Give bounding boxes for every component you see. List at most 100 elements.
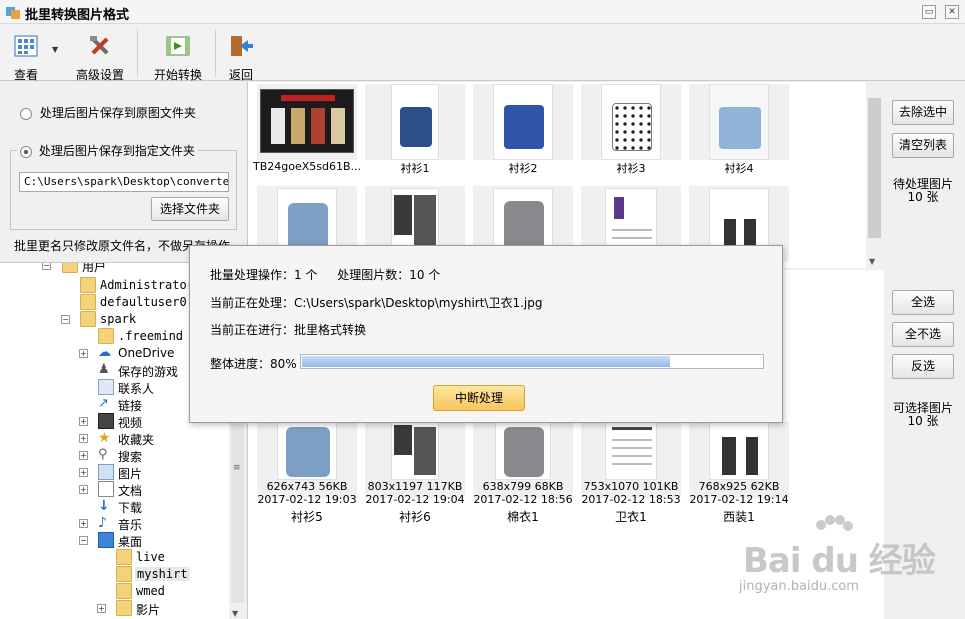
overall-progress-label: 整体进度：80%: [210, 357, 297, 371]
watermark-url: jingyan.baidu.com: [739, 579, 859, 594]
tree-item-label: defaultuser0: [100, 295, 187, 309]
star-icon: ★: [98, 430, 111, 446]
back-icon: [231, 36, 253, 56]
save-original-radio[interactable]: [20, 107, 32, 120]
progress-bar: [300, 354, 764, 369]
grid-view-icon: [14, 35, 38, 57]
view-button[interactable]: 查看: [8, 29, 44, 82]
tree-item-label: 联系人: [118, 382, 155, 396]
folder-icon: [116, 600, 132, 616]
thumbnail: [689, 84, 789, 160]
toolbar-separator: [137, 29, 138, 77]
scroll-down-icon[interactable]: ▼: [232, 609, 238, 618]
thumbnail-image: [601, 84, 661, 160]
tree-item-label: 收藏夹: [118, 433, 155, 447]
folder-icon: [98, 328, 114, 344]
specified-folder-group: 处理后图片保存到指定文件夹 C:\Users\spark\Desktop\con…: [10, 142, 237, 230]
folder-icon: [80, 311, 96, 327]
invert-selection-button[interactable]: 反选: [892, 354, 954, 379]
app-icon: [6, 7, 20, 19]
window-title: 批里转换图片格式: [25, 8, 130, 23]
desktop-icon: [98, 532, 114, 548]
folder-icon: [80, 277, 96, 293]
view-dropdown-icon[interactable]: ▼: [52, 45, 58, 54]
pending-info-count: 10 张: [907, 190, 939, 204]
save-specified-option[interactable]: 处理后图片保存到指定文件夹: [17, 142, 198, 159]
close-button[interactable]: ✕: [945, 5, 959, 19]
save-original-label: 处理后图片保存到原图文件夹: [39, 106, 196, 120]
expand-icon[interactable]: +: [79, 434, 88, 443]
item-dims: 768x925 62KB: [698, 480, 780, 493]
tree-item-label: spark: [100, 312, 137, 326]
search-icon: ⚲: [98, 447, 108, 462]
progress-dialog: 批量处理操作：1 个 处理图片数：10 个 当前正在处理：C:\Users\sp…: [189, 245, 783, 423]
item-date: 2017-02-12 18:53: [581, 493, 681, 506]
expand-icon[interactable]: +: [79, 417, 88, 426]
tree-item-label: 用户: [82, 262, 107, 274]
output-options-panel: 处理后图片保存到原图文件夹 处理后图片保存到指定文件夹 C:\Users\spa…: [0, 82, 246, 260]
collapse-icon[interactable]: −: [61, 315, 70, 324]
expand-icon[interactable]: +: [79, 349, 88, 358]
item-name: 衬衫2: [508, 162, 538, 175]
remove-selected-button[interactable]: 去除选中: [892, 100, 954, 125]
choose-folder-button[interactable]: 选择文件夹: [151, 197, 229, 221]
output-folder-field[interactable]: C:\Users\spark\Desktop\converted: [19, 172, 229, 192]
expand-icon[interactable]: +: [79, 468, 88, 477]
selectable-count-info: 可选择图片 10 张: [883, 402, 963, 428]
save-specified-radio[interactable]: [20, 145, 32, 158]
select-none-button[interactable]: 全不选: [892, 322, 954, 347]
folder-icon: [80, 294, 96, 310]
expand-icon[interactable]: +: [79, 451, 88, 460]
restore-button[interactable]: ▭: [922, 5, 936, 19]
back-button[interactable]: 返回: [225, 29, 257, 82]
expand-icon[interactable]: +: [97, 604, 106, 613]
tree-item-label: live: [136, 550, 165, 564]
pending-list-scrollbar[interactable]: ▼: [866, 82, 883, 268]
item-name: 衬衫5: [291, 510, 323, 524]
document-icon: [98, 481, 114, 497]
collapse-icon[interactable]: −: [42, 263, 51, 270]
toolbar-separator: [215, 29, 216, 77]
save-specified-label: 处理后图片保存到指定文件夹: [38, 144, 195, 158]
collapse-icon[interactable]: −: [79, 536, 88, 545]
cloud-icon: ☁: [98, 345, 111, 360]
pending-images-list[interactable]: TB24goeX5sd61B... 衬衫1 衬衫2 衬衫3 衬衫4: [247, 82, 866, 268]
start-convert-label: 开始转换: [153, 68, 202, 82]
contacts-icon: [98, 379, 114, 395]
item-dims: 753x1070 101KB: [583, 480, 679, 493]
link-icon: ↗: [98, 396, 109, 411]
item-dims: 803x1197 117KB: [367, 480, 463, 493]
start-convert-button[interactable]: 开始转换: [150, 29, 206, 82]
save-original-option[interactable]: 处理后图片保存到原图文件夹: [20, 104, 196, 121]
current-operation-label: 当前正在进行：批里格式转换: [210, 323, 367, 337]
expand-icon[interactable]: +: [79, 485, 88, 494]
dialog-ops-line: 批量处理操作：1 个 处理图片数：10 个: [210, 266, 440, 283]
thumbnail-image: [495, 422, 551, 480]
tree-item-label: 影片: [136, 603, 161, 617]
tree-item-label: 链接: [118, 399, 143, 413]
select-all-button[interactable]: 全选: [892, 290, 954, 315]
toolbar: 查看 ▼ 高级设置 开始转换 返回: [0, 25, 965, 82]
thumbnail-image: [391, 422, 439, 480]
item-name: 衬衫1: [400, 162, 430, 175]
music-icon: ♪: [98, 515, 107, 531]
expand-icon[interactable]: +: [79, 519, 88, 528]
advanced-settings-button[interactable]: 高级设置: [72, 29, 128, 82]
watermark-brand: Bai du 经验: [743, 541, 936, 581]
scroll-down-icon[interactable]: ▼: [869, 257, 875, 266]
game-icon: ♟: [98, 362, 110, 377]
item-dims: 626x743 56KB: [266, 480, 348, 493]
thumbnail: [257, 84, 357, 160]
clear-list-button[interactable]: 清空列表: [892, 133, 954, 158]
scroll-thumb[interactable]: [868, 98, 881, 238]
thumbnail-image: [277, 422, 337, 480]
folder-icon: [116, 549, 132, 565]
thumbnail: [581, 84, 681, 160]
thumbnail: [473, 84, 573, 160]
convert-icon: [166, 36, 190, 56]
tree-item-label: OneDrive: [118, 346, 175, 360]
abort-button[interactable]: 中断处理: [433, 385, 525, 411]
tree-item-label: 音乐: [118, 518, 143, 532]
tree-item-label: 保存的游戏: [118, 365, 179, 379]
item-date: 2017-02-12 19:04: [365, 493, 465, 506]
